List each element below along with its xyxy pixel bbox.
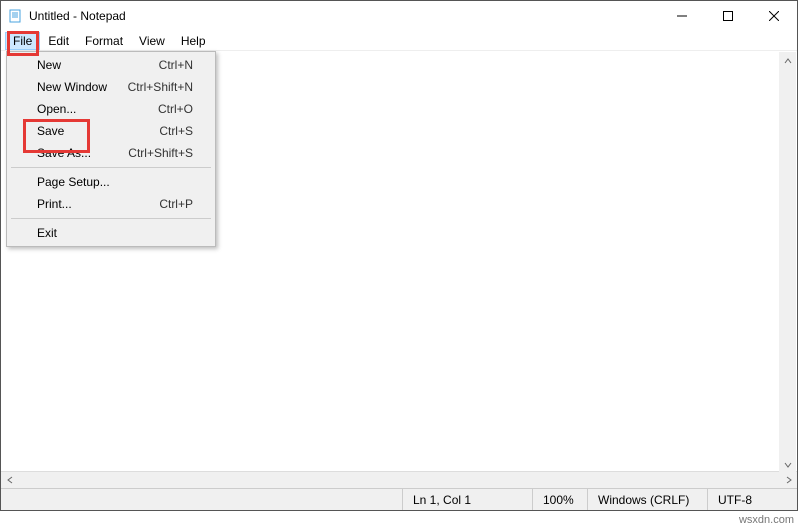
file-menu-dropdown: NewCtrl+N New WindowCtrl+Shift+N Open...… xyxy=(6,51,216,247)
menubar: File Edit Format View Help xyxy=(1,31,797,51)
menu-item-shortcut: Ctrl+Shift+S xyxy=(128,146,193,160)
menu-edit[interactable]: Edit xyxy=(40,32,77,50)
scroll-track[interactable] xyxy=(18,472,780,489)
horizontal-scrollbar[interactable] xyxy=(1,471,797,488)
menu-format[interactable]: Format xyxy=(77,32,131,50)
menu-item-label: Save As... xyxy=(37,146,128,160)
notepad-window: Untitled - Notepad File Edit Format View… xyxy=(0,0,798,511)
menu-item-shortcut: Ctrl+P xyxy=(159,197,193,211)
menu-item-exit[interactable]: Exit xyxy=(9,222,213,244)
notepad-icon xyxy=(7,8,23,24)
vertical-scrollbar[interactable] xyxy=(779,52,796,473)
menu-item-label: Print... xyxy=(37,197,159,211)
status-encoding: UTF-8 xyxy=(707,489,797,510)
menu-separator xyxy=(11,167,211,168)
scroll-right-arrow-icon[interactable] xyxy=(780,472,797,489)
menu-item-label: New Window xyxy=(37,80,128,94)
menu-item-label: New xyxy=(37,58,159,72)
menu-item-label: Exit xyxy=(37,226,193,240)
menu-file[interactable]: File xyxy=(5,32,40,50)
menu-item-shortcut: Ctrl+Shift+N xyxy=(128,80,193,94)
window-title: Untitled - Notepad xyxy=(29,9,659,23)
scroll-up-arrow-icon[interactable] xyxy=(779,52,796,69)
status-position: Ln 1, Col 1 xyxy=(402,489,532,510)
menu-help[interactable]: Help xyxy=(173,32,214,50)
status-zoom: 100% xyxy=(532,489,587,510)
titlebar: Untitled - Notepad xyxy=(1,1,797,31)
menu-item-open[interactable]: Open...Ctrl+O xyxy=(9,98,213,120)
menu-item-page-setup[interactable]: Page Setup... xyxy=(9,171,213,193)
menu-item-label: Open... xyxy=(37,102,158,116)
menu-view[interactable]: View xyxy=(131,32,173,50)
window-controls xyxy=(659,1,797,31)
menu-separator xyxy=(11,218,211,219)
menu-item-label: Page Setup... xyxy=(37,175,193,189)
menu-item-new[interactable]: NewCtrl+N xyxy=(9,54,213,76)
menu-item-label: Save xyxy=(37,124,159,138)
scroll-track-v[interactable] xyxy=(779,69,796,456)
menu-item-new-window[interactable]: New WindowCtrl+Shift+N xyxy=(9,76,213,98)
menu-item-shortcut: Ctrl+S xyxy=(159,124,193,138)
scroll-left-arrow-icon[interactable] xyxy=(1,472,18,489)
watermark-text: wsxdn.com xyxy=(739,514,794,526)
status-spacer xyxy=(1,489,402,510)
scroll-down-arrow-icon[interactable] xyxy=(779,456,796,473)
menu-item-shortcut: Ctrl+N xyxy=(159,58,193,72)
close-button[interactable] xyxy=(751,1,797,31)
menu-item-save-as[interactable]: Save As...Ctrl+Shift+S xyxy=(9,142,213,164)
status-line-ending: Windows (CRLF) xyxy=(587,489,707,510)
minimize-button[interactable] xyxy=(659,1,705,31)
statusbar: Ln 1, Col 1 100% Windows (CRLF) UTF-8 xyxy=(1,488,797,510)
maximize-button[interactable] xyxy=(705,1,751,31)
menu-item-save[interactable]: SaveCtrl+S xyxy=(9,120,213,142)
menu-item-print[interactable]: Print...Ctrl+P xyxy=(9,193,213,215)
menu-item-shortcut: Ctrl+O xyxy=(158,102,193,116)
